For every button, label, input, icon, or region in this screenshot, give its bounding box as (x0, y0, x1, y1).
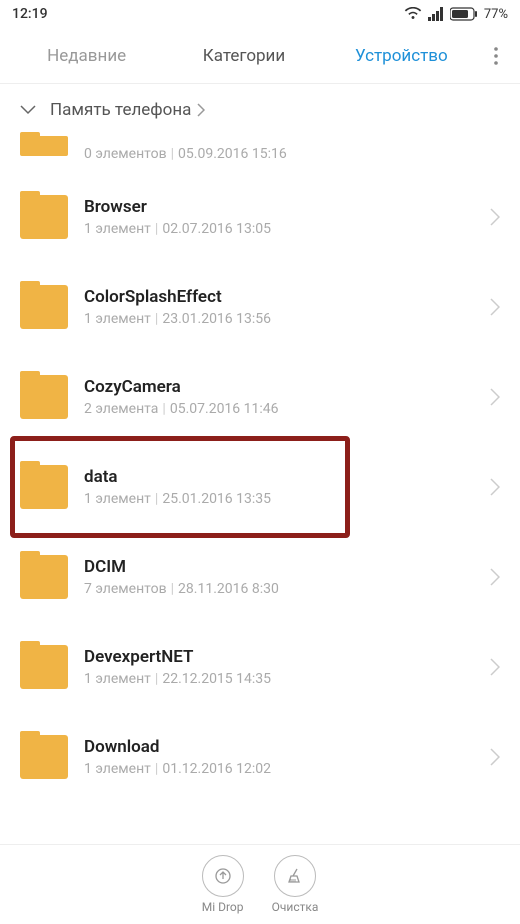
folder-name: data (84, 467, 474, 487)
folder-icon (20, 645, 68, 689)
tab-categories[interactable]: Категории (165, 46, 322, 66)
folder-list: 0 элементов|05.09.2016 15:16 Browser 1 э… (0, 136, 520, 802)
folder-text: ColorSplashEffect 1 элемент|23.01.2016 1… (84, 287, 474, 327)
folder-name: Browser (84, 197, 474, 217)
chevron-right-icon (490, 658, 500, 676)
folder-icon (20, 735, 68, 779)
folder-name: CozyCamera (84, 377, 474, 397)
bottom-bar: Mi Drop Очистка (0, 844, 520, 924)
list-item[interactable]: ColorSplashEffect 1 элемент|23.01.2016 1… (0, 262, 520, 352)
folder-icon (20, 465, 68, 509)
chevron-right-icon (490, 388, 500, 406)
folder-icon (20, 285, 68, 329)
chevron-right-icon (490, 748, 500, 766)
signal-icon (428, 7, 444, 21)
battery-percent: 77% (484, 7, 508, 22)
folder-meta: 1 элемент|25.01.2016 13:35 (84, 491, 474, 507)
folder-icon (20, 375, 68, 419)
broom-icon (274, 855, 316, 897)
folder-icon (20, 555, 68, 599)
list-item[interactable]: data 1 элемент|25.01.2016 13:35 (0, 442, 520, 532)
tab-device[interactable]: Устройство (323, 46, 480, 66)
folder-name: DevexpertNET (84, 647, 474, 667)
folder-text: Download 1 элемент|01.12.2016 12:02 (84, 737, 474, 777)
tab-recent[interactable]: Недавние (8, 46, 165, 66)
folder-icon (20, 136, 68, 156)
tab-bar: Недавние Категории Устройство (0, 28, 520, 84)
folder-icon (20, 195, 68, 239)
folder-text: CozyCamera 2 элемента|05.07.2016 11:46 (84, 377, 474, 417)
cleanup-label: Очистка (272, 900, 319, 914)
folder-meta: 1 элемент|02.07.2016 13:05 (84, 221, 474, 237)
status-icons: 77% (404, 7, 508, 22)
breadcrumb[interactable]: Память телефона (0, 84, 520, 136)
cleanup-button[interactable]: Очистка (272, 855, 319, 914)
folder-text: DevexpertNET 1 элемент|22.12.2015 14:35 (84, 647, 474, 687)
wifi-icon (404, 7, 422, 21)
list-item[interactable]: DCIM 7 элементов|28.11.2016 8:30 (0, 532, 520, 622)
list-item[interactable]: CozyCamera 2 элемента|05.07.2016 11:46 (0, 352, 520, 442)
list-item[interactable]: Browser 1 элемент|02.07.2016 13:05 (0, 172, 520, 262)
folder-meta: 2 элемента|05.07.2016 11:46 (84, 401, 474, 417)
midrop-button[interactable]: Mi Drop (202, 855, 244, 914)
folder-text: data 1 элемент|25.01.2016 13:35 (84, 467, 474, 507)
folder-name: Download (84, 737, 474, 757)
chevron-right-icon (490, 208, 500, 226)
folder-meta: 1 элемент|23.01.2016 13:56 (84, 311, 474, 327)
folder-text: DCIM 7 элементов|28.11.2016 8:30 (84, 557, 474, 597)
chevron-right-icon (490, 478, 500, 496)
upload-icon (202, 855, 244, 897)
chevron-right-icon (490, 568, 500, 586)
folder-name: ColorSplashEffect (84, 287, 474, 307)
midrop-label: Mi Drop (202, 900, 244, 914)
chevron-down-icon (20, 105, 36, 115)
breadcrumb-label: Память телефона (50, 100, 191, 120)
list-item[interactable]: DevexpertNET 1 элемент|22.12.2015 14:35 (0, 622, 520, 712)
chevron-right-icon (490, 298, 500, 316)
list-item-partial[interactable]: 0 элементов|05.09.2016 15:16 (0, 136, 520, 172)
list-item[interactable]: Download 1 элемент|01.12.2016 12:02 (0, 712, 520, 802)
chevron-right-icon (197, 103, 205, 117)
folder-text: Browser 1 элемент|02.07.2016 13:05 (84, 197, 474, 237)
folder-name: DCIM (84, 557, 474, 577)
folder-meta: 0 элементов|05.09.2016 15:16 (84, 146, 287, 162)
status-bar: 12:19 77% (0, 0, 520, 28)
folder-meta: 1 элемент|01.12.2016 12:02 (84, 761, 474, 777)
battery-icon (450, 7, 478, 21)
folder-meta: 7 элементов|28.11.2016 8:30 (84, 581, 474, 597)
folder-meta: 1 элемент|22.12.2015 14:35 (84, 671, 474, 687)
more-menu-icon[interactable] (480, 47, 512, 65)
clock: 12:19 (12, 6, 48, 22)
